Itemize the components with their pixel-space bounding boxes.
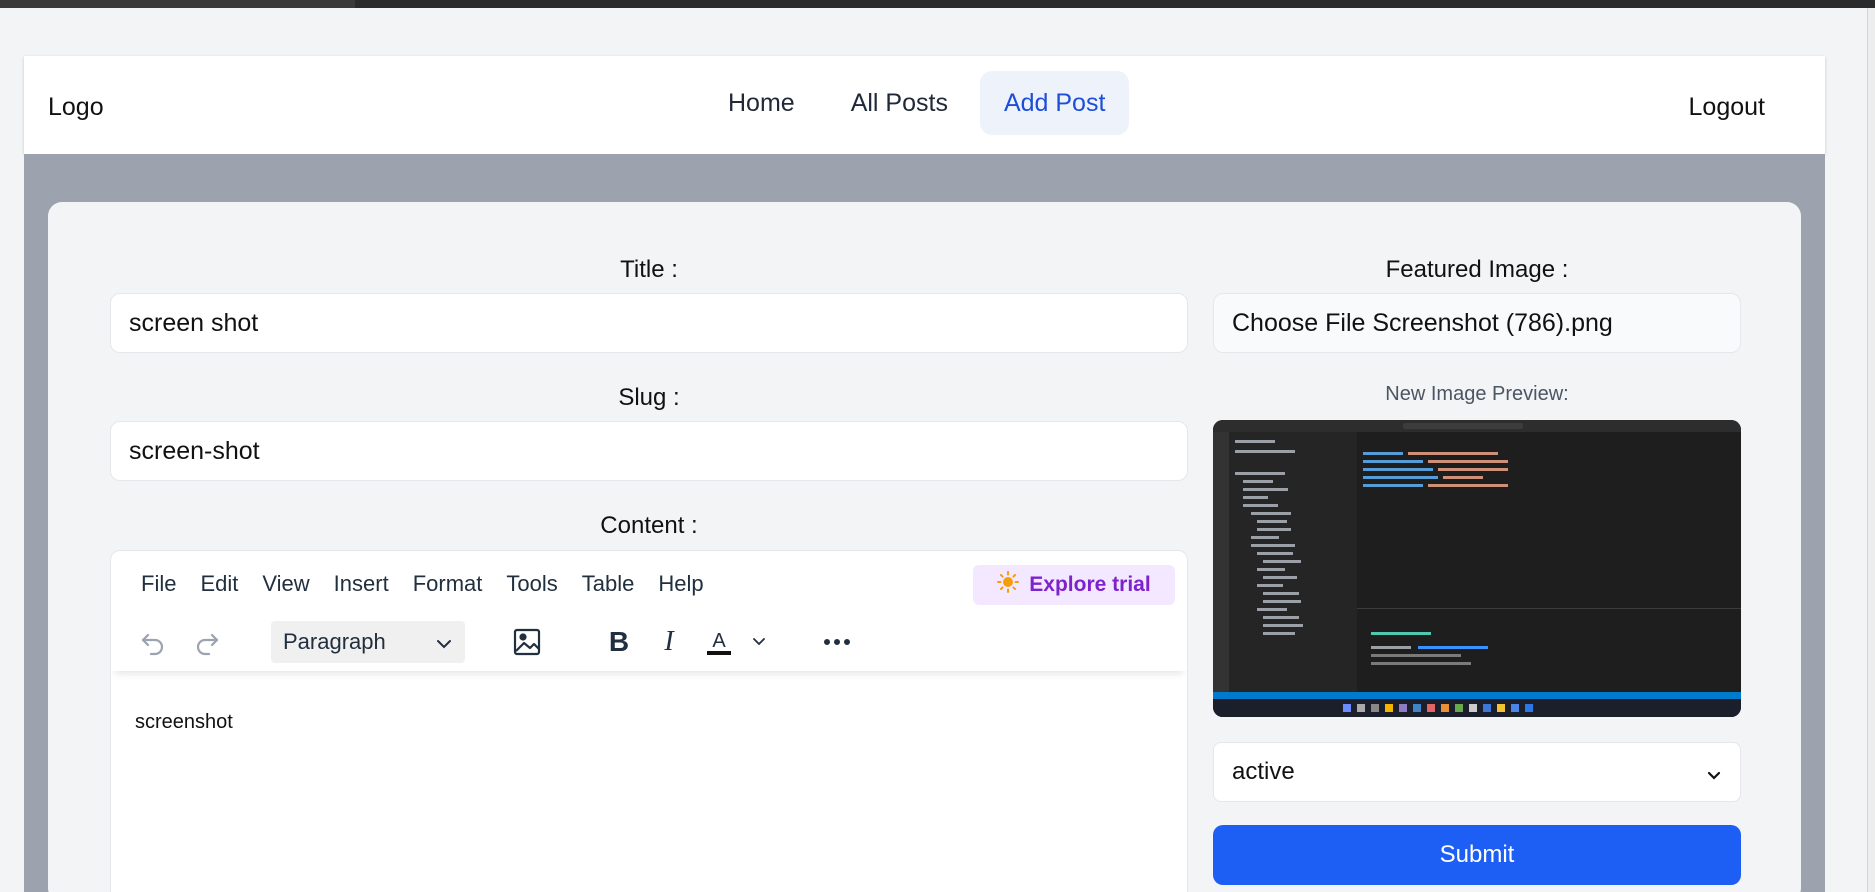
block-format-value: Paragraph — [283, 629, 386, 654]
logout-button[interactable]: Logout — [1689, 93, 1765, 122]
nav-add-post[interactable]: Add Post — [979, 71, 1130, 135]
logo[interactable]: Logo — [48, 93, 104, 122]
explore-trial-label: Explore trial — [1029, 573, 1151, 596]
image-preview — [1213, 420, 1741, 717]
editor-content[interactable]: screenshot — [135, 711, 233, 734]
menu-view[interactable]: View — [262, 571, 309, 597]
menu-tools[interactable]: Tools — [506, 571, 557, 597]
menu-edit[interactable]: Edit — [200, 571, 238, 597]
menu-table[interactable]: Table — [582, 571, 635, 597]
chevron-down-icon — [1706, 763, 1722, 791]
featured-image-label: Featured Image : — [1385, 256, 1569, 283]
featured-image-file-input[interactable]: Choose File Screenshot (786).png — [1213, 293, 1741, 353]
redo-icon[interactable] — [189, 621, 225, 663]
title-input[interactable]: screen shot — [110, 293, 1188, 353]
block-format-select[interactable]: Paragraph — [271, 621, 465, 663]
nav-all-posts[interactable]: All Posts — [827, 71, 972, 135]
status-select[interactable]: active — [1213, 742, 1741, 802]
menu-help[interactable]: Help — [658, 571, 703, 597]
status-select-value: active — [1232, 758, 1295, 785]
more-options-icon[interactable] — [817, 621, 857, 663]
text-color-chevron-icon[interactable] — [747, 621, 771, 663]
menu-format[interactable]: Format — [413, 571, 483, 597]
sun-icon — [997, 571, 1020, 599]
undo-icon[interactable] — [135, 621, 171, 663]
slug-input[interactable]: screen-shot — [110, 421, 1188, 481]
slug-label: Slug : — [618, 384, 680, 411]
bold-icon[interactable]: B — [601, 621, 637, 663]
editor-menubar: File Edit View Insert Format Tools Table… — [141, 571, 704, 597]
main-nav: Home All Posts Add Post — [704, 71, 1130, 135]
nav-home[interactable]: Home — [704, 71, 819, 135]
browser-top-bar — [0, 0, 1875, 8]
editor-toolbar: Paragraph B I A — [111, 613, 1187, 671]
insert-image-icon[interactable] — [507, 621, 547, 663]
submit-button[interactable]: Submit — [1213, 825, 1741, 885]
title-label: Title : — [620, 256, 678, 283]
italic-icon[interactable]: I — [651, 621, 687, 663]
text-color-icon[interactable]: A — [701, 621, 737, 663]
rich-text-editor: File Edit View Insert Format Tools Table… — [110, 550, 1188, 892]
image-preview-label: New Image Preview: — [1385, 383, 1569, 405]
menu-file[interactable]: File — [141, 571, 176, 597]
screenshot-preview-image — [1213, 420, 1741, 717]
content-label: Content : — [600, 512, 698, 539]
svg-text:A: A — [712, 630, 726, 652]
menu-insert[interactable]: Insert — [334, 571, 389, 597]
browser-top-bar-inner — [355, 0, 1875, 8]
chevron-down-icon — [435, 633, 453, 659]
scrollbar[interactable] — [1867, 8, 1875, 892]
site-header: Logo Home All Posts Add Post Logout — [24, 56, 1825, 154]
explore-trial-button[interactable]: Explore trial — [973, 565, 1175, 605]
